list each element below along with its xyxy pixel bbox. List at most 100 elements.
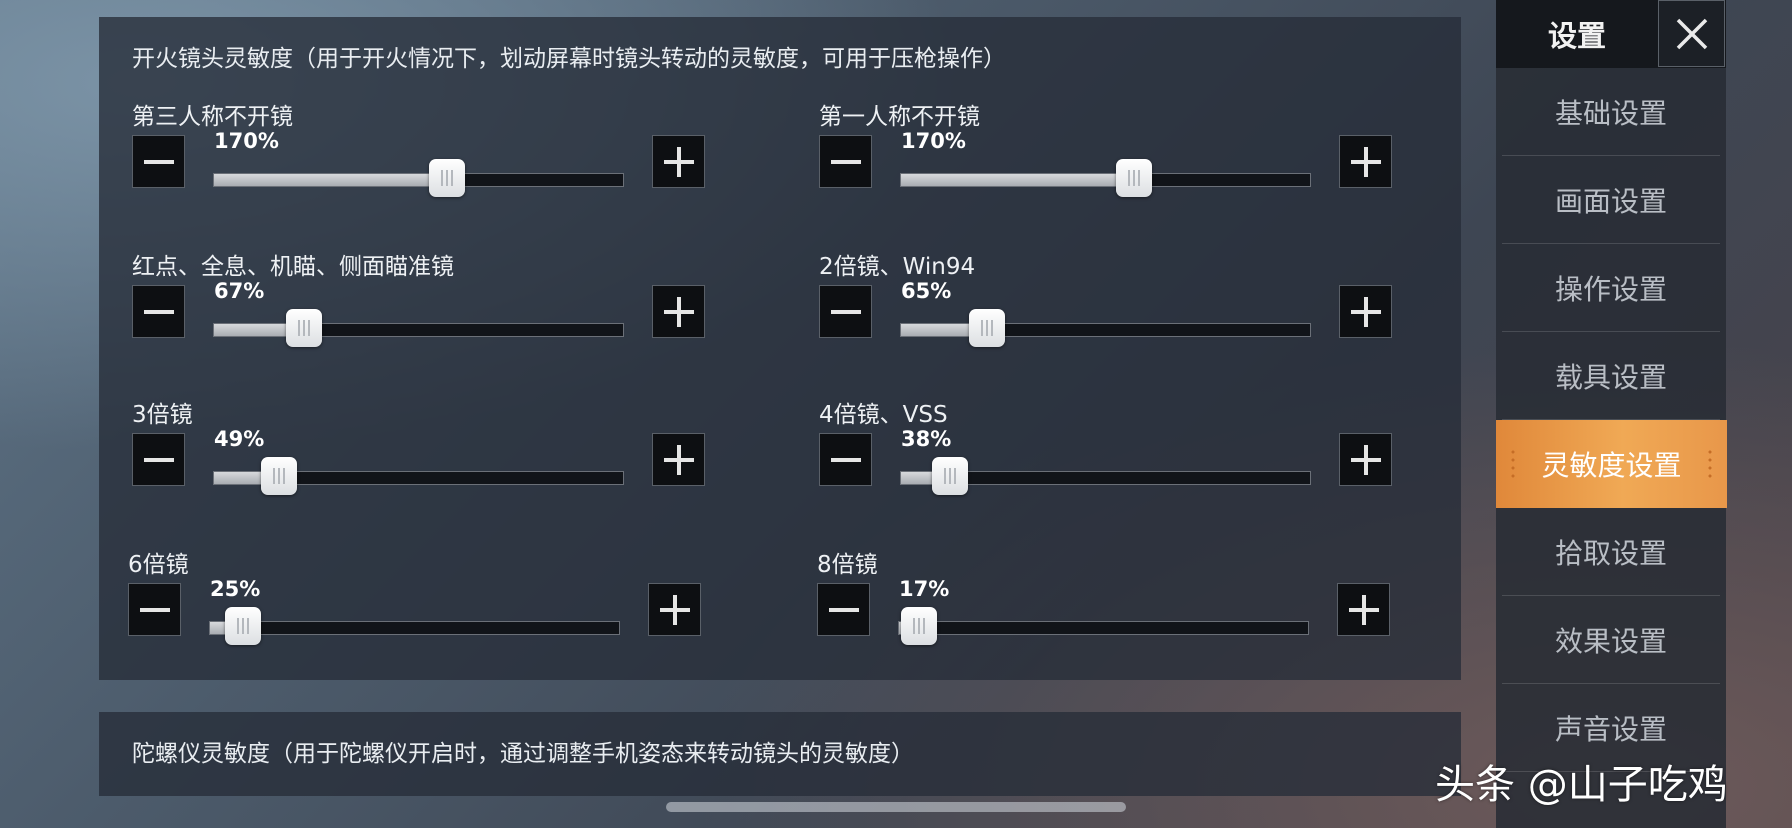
minus-icon (139, 607, 170, 612)
slider-label: 第三人称不开镜 (132, 104, 293, 130)
decrease-button[interactable] (128, 583, 181, 636)
increase-button[interactable] (1337, 583, 1390, 636)
slider-row-2x-scope: 2倍镜、Win94 65% (819, 247, 1394, 367)
sidebar-item-graphics[interactable]: 画面设置 (1502, 156, 1720, 244)
fire-sensitivity-panel: 开火镜头灵敏度（用于开火情况下，划动屏幕时镜头转动的灵敏度，可用于压枪操作） 第… (99, 17, 1461, 680)
plus-icon (663, 146, 694, 177)
minus-icon (830, 159, 861, 164)
increase-button[interactable] (1339, 135, 1392, 188)
minus-icon (143, 457, 174, 462)
slider-label: 3倍镜 (132, 402, 193, 428)
decrease-button[interactable] (132, 285, 185, 338)
sidebar-item-label: 声音设置 (1554, 712, 1667, 746)
slider-row-3x-scope: 3倍镜 49% (132, 395, 707, 515)
slider-value: 170% (214, 129, 279, 153)
increase-button[interactable] (1339, 433, 1392, 486)
slider-value: 25% (210, 577, 261, 601)
plus-icon (1348, 594, 1379, 625)
slider-label: 4倍镜、VSS (819, 402, 948, 428)
slider-track[interactable] (900, 159, 1311, 197)
minus-icon (830, 457, 861, 462)
sidebar-title: 设置 (1547, 19, 1606, 53)
sidebar-item-vehicle[interactable]: 载具设置 (1502, 332, 1720, 420)
sidebar-item-label: 载具设置 (1554, 360, 1667, 394)
increase-button[interactable] (1339, 285, 1392, 338)
sidebar-item-label: 灵敏度设置 (1541, 449, 1682, 482)
plus-icon (663, 444, 694, 475)
grip-dots-right (1707, 448, 1713, 480)
sidebar-item-sensitivity[interactable]: 灵敏度设置 (1496, 420, 1727, 508)
slider-row-4x-scope: 4倍镜、VSS 38% (819, 395, 1394, 515)
sidebar-item-label: 基础设置 (1554, 96, 1667, 130)
increase-button[interactable] (652, 285, 705, 338)
sidebar-item-label: 画面设置 (1554, 184, 1667, 218)
sidebar-item-label: 拾取设置 (1554, 536, 1667, 570)
slider-track[interactable] (213, 457, 624, 495)
slider-handle[interactable] (429, 159, 466, 197)
slider-track[interactable] (213, 309, 624, 347)
slider-label: 8倍镜 (817, 552, 878, 578)
increase-button[interactable] (652, 135, 705, 188)
minus-icon (143, 159, 174, 164)
decrease-button[interactable] (819, 285, 872, 338)
plus-icon (659, 594, 690, 625)
slider-value: 17% (899, 577, 950, 601)
gyro-panel-title: 陀螺仪灵敏度（用于陀螺仪开启时，通过调整手机姿态来转动镜头的灵敏度） (132, 741, 914, 767)
slider-handle[interactable] (901, 607, 938, 645)
plus-icon (1350, 296, 1381, 327)
decrease-button[interactable] (132, 135, 185, 188)
close-icon (1676, 18, 1707, 49)
slider-fill (901, 174, 1135, 186)
decrease-button[interactable] (817, 583, 870, 636)
minus-icon (828, 607, 859, 612)
close-button[interactable] (1658, 0, 1725, 67)
sidebar-item-controls[interactable]: 操作设置 (1502, 244, 1720, 332)
slider-row-first-person: 第一人称不开镜 170% (819, 97, 1394, 217)
minus-icon (830, 309, 861, 314)
decrease-button[interactable] (819, 433, 872, 486)
slider-handle[interactable] (285, 309, 322, 347)
gyro-sensitivity-panel[interactable]: 陀螺仪灵敏度（用于陀螺仪开启时，通过调整手机姿态来转动镜头的灵敏度） (99, 712, 1461, 796)
sidebar-item-label: 效果设置 (1554, 624, 1667, 658)
slider-label: 红点、全息、机瞄、侧面瞄准镜 (132, 254, 454, 280)
slider-row-6x-scope: 6倍镜 25% (128, 545, 703, 665)
slider-value: 67% (214, 279, 265, 303)
sidebar-item-pickup[interactable]: 拾取设置 (1502, 508, 1720, 596)
sidebar-header: 设置 (1496, 0, 1726, 68)
slider-value: 170% (901, 129, 966, 153)
slider-handle[interactable] (1116, 159, 1153, 197)
slider-value: 38% (901, 427, 952, 451)
slider-track[interactable] (898, 607, 1309, 645)
watermark-text: 头条 @山子吃鸡 (1435, 762, 1728, 808)
slider-track[interactable] (900, 309, 1311, 347)
slider-label: 6倍镜 (128, 552, 189, 578)
increase-button[interactable] (648, 583, 701, 636)
decrease-button[interactable] (132, 433, 185, 486)
plus-icon (1350, 146, 1381, 177)
slider-value: 65% (901, 279, 952, 303)
decrease-button[interactable] (819, 135, 872, 188)
slider-track[interactable] (213, 159, 624, 197)
slider-handle[interactable] (932, 457, 969, 495)
slider-track[interactable] (209, 607, 620, 645)
slider-handle[interactable] (261, 457, 298, 495)
slider-label: 2倍镜、Win94 (819, 254, 976, 280)
sidebar-item-effects[interactable]: 效果设置 (1502, 596, 1720, 684)
minus-icon (143, 309, 174, 314)
plus-icon (1350, 444, 1381, 475)
slider-fill (214, 174, 448, 186)
slider-track[interactable] (900, 457, 1311, 495)
slider-value: 49% (214, 427, 265, 451)
sidebar-item-label: 操作设置 (1554, 272, 1667, 306)
slider-handle[interactable] (224, 607, 261, 645)
settings-sidebar: 设置 基础设置 画面设置 操作设置 载具设置 灵敏度设置 拾取设置 效果设置 声… (1496, 0, 1727, 828)
slider-row-third-person: 第三人称不开镜 170% (132, 97, 707, 217)
slider-label: 第一人称不开镜 (819, 104, 980, 130)
slider-handle[interactable] (968, 309, 1005, 347)
slider-row-8x-scope: 8倍镜 17% (817, 545, 1392, 665)
panel-title: 开火镜头灵敏度（用于开火情况下，划动屏幕时镜头转动的灵敏度，可用于压枪操作） (132, 46, 1006, 72)
home-indicator[interactable] (666, 802, 1126, 812)
grip-dots-left (1510, 448, 1516, 480)
increase-button[interactable] (652, 433, 705, 486)
sidebar-item-basic[interactable]: 基础设置 (1502, 68, 1720, 156)
